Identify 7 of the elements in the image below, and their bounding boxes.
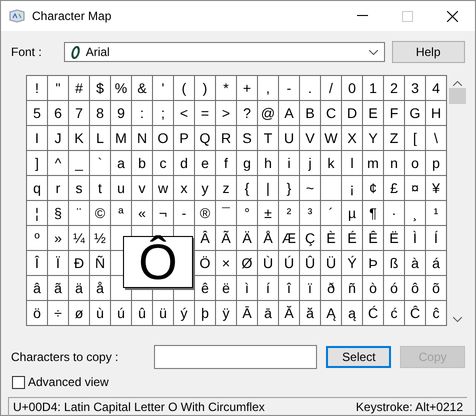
- magnified-character-tooltip: Ô: [123, 236, 193, 288]
- character-description: U+00D4: Latin Capital Letter O With Circumflex: [13, 400, 265, 414]
- keystroke-text: Keystroke: Alt+0212: [356, 400, 463, 414]
- font-label: Font :: [11, 45, 42, 59]
- window-title: Character Map: [32, 9, 112, 23]
- advanced-view-label: Advanced view: [28, 375, 109, 389]
- characters-to-copy-label: Characters to copy :: [11, 350, 118, 364]
